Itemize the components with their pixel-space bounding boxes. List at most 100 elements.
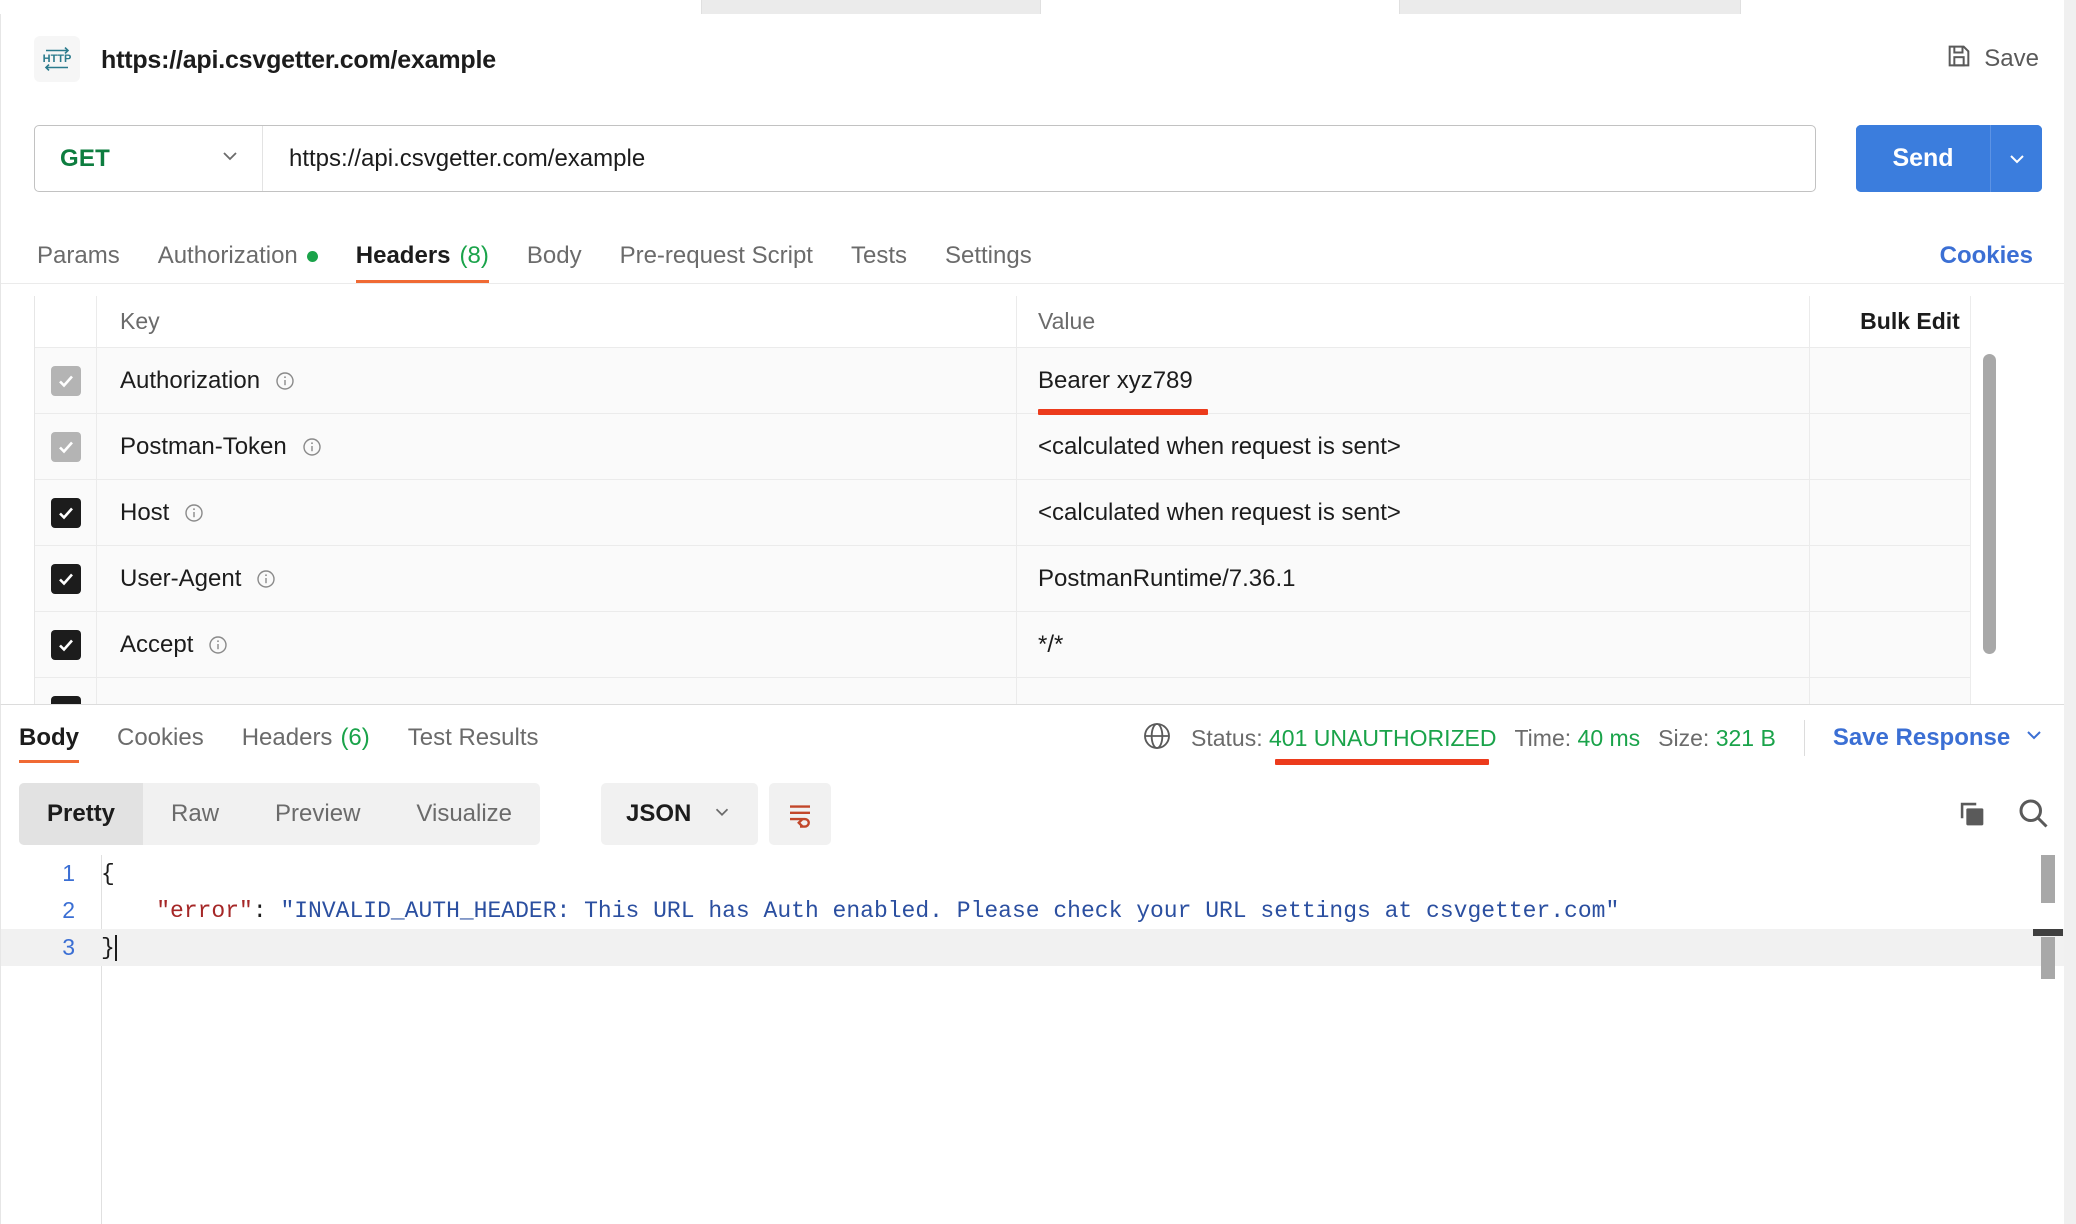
view-mode-raw[interactable]: Raw bbox=[143, 783, 247, 845]
tab-params-label: Params bbox=[37, 242, 120, 269]
response-tab-headers[interactable]: Headers (6) bbox=[242, 705, 370, 771]
wrap-lines-button[interactable] bbox=[769, 783, 831, 845]
row-value-cell[interactable] bbox=[1017, 678, 1810, 704]
header-value-text: PostmanRuntime/7.36.1 bbox=[1038, 564, 1296, 592]
response-format-select[interactable]: JSON bbox=[601, 783, 759, 845]
header-enabled-checkbox[interactable] bbox=[50, 431, 81, 462]
response-format-label: JSON bbox=[626, 800, 692, 827]
tab-body-label: Body bbox=[526, 242, 582, 269]
code-scrollbar-thumb-top[interactable] bbox=[2041, 855, 2055, 903]
authorization-status-dot bbox=[306, 250, 318, 262]
response-tab-body[interactable]: Body bbox=[19, 705, 79, 771]
column-header-value: Value bbox=[1038, 308, 1096, 334]
save-response-button[interactable]: Save Response bbox=[1833, 723, 2046, 754]
header-enabled-checkbox[interactable] bbox=[50, 497, 81, 528]
row-value-cell[interactable]: <calculated when request is sent> bbox=[1017, 414, 1810, 479]
column-header-key: Key bbox=[120, 308, 160, 334]
tab-settings[interactable]: Settings bbox=[945, 229, 1032, 283]
code-line-3[interactable]: 3 } bbox=[1, 929, 2076, 966]
headers-table: Key Value Bulk Edit Authorization Bearer… bbox=[34, 296, 2010, 704]
tab-tests-label: Tests bbox=[850, 242, 907, 269]
row-value-cell[interactable]: Bearer xyz789 bbox=[1017, 348, 1810, 415]
save-button-label: Save bbox=[1984, 44, 2039, 72]
info-icon[interactable] bbox=[301, 436, 323, 458]
info-icon[interactable] bbox=[207, 634, 229, 656]
header-enabled-checkbox[interactable] bbox=[50, 365, 81, 396]
info-icon[interactable] bbox=[255, 568, 277, 590]
save-button[interactable]: Save bbox=[1945, 42, 2039, 75]
row-key-cell[interactable] bbox=[97, 678, 1017, 704]
header-key-text: Accept bbox=[120, 630, 194, 658]
response-tab-test-results[interactable]: Test Results bbox=[408, 705, 539, 771]
row-checkbox-cell bbox=[35, 612, 97, 677]
row-value-cell[interactable]: PostmanRuntime/7.36.1 bbox=[1017, 546, 1810, 611]
header-enabled-checkbox[interactable] bbox=[50, 563, 81, 594]
tab-piece-middle[interactable] bbox=[1040, 0, 1400, 14]
code-line-1[interactable]: 1 { bbox=[1, 855, 2076, 892]
tab-body[interactable]: Body bbox=[527, 229, 582, 283]
cookies-link[interactable]: Cookies bbox=[1940, 229, 2033, 283]
row-value-cell[interactable]: */* bbox=[1017, 612, 1810, 677]
row-key-cell[interactable]: User-Agent bbox=[97, 546, 1017, 611]
send-button[interactable]: Send bbox=[1856, 125, 1990, 192]
send-button-group: Send bbox=[1856, 125, 2042, 192]
tab-authorization-label: Authorization bbox=[157, 242, 298, 269]
bulk-edit-label: Bulk Edit bbox=[1860, 308, 1960, 334]
row-checkbox-cell bbox=[35, 348, 97, 413]
table-row[interactable]: Postman-Token <calculated when request i… bbox=[35, 414, 2010, 480]
http-method-label: GET bbox=[60, 144, 110, 172]
http-method-select[interactable]: GET bbox=[35, 126, 263, 191]
tab-tests[interactable]: Tests bbox=[851, 229, 907, 283]
header-value-text: <calculated when request is sent> bbox=[1038, 498, 1401, 526]
url-input[interactable]: https://api.csvgetter.com/example bbox=[263, 126, 1815, 191]
line-number: 1 bbox=[62, 860, 75, 886]
status-label: Status: bbox=[1191, 724, 1263, 751]
line-number: 3 bbox=[62, 934, 75, 960]
code-scrollbar-thumb-bottom[interactable] bbox=[2041, 937, 2055, 979]
status-value: 401 UNAUTHORIZED bbox=[1269, 724, 1497, 751]
table-row-partial[interactable] bbox=[35, 678, 2010, 704]
code-scrollbar-track[interactable] bbox=[2041, 855, 2055, 1224]
view-mode-preview[interactable]: Preview bbox=[247, 783, 388, 845]
row-key-cell[interactable]: Host bbox=[97, 480, 1017, 545]
tab-params[interactable]: Params bbox=[37, 229, 120, 283]
response-body-toolbar: Pretty Raw Preview Visualize JSON bbox=[1, 773, 2076, 855]
tab-authorization[interactable]: Authorization bbox=[158, 229, 318, 283]
response-pane: Body Cookies Headers (6) Test Results St… bbox=[0, 704, 2076, 1224]
response-status-group: Status: 401 UNAUTHORIZED Time: 40 ms Siz… bbox=[1141, 705, 2046, 771]
table-row[interactable]: Host <calculated when request is sent> bbox=[35, 480, 2010, 546]
copy-icon[interactable] bbox=[1955, 797, 1989, 836]
headers-table-scrollbar[interactable] bbox=[1983, 354, 1996, 654]
request-title-row: HTTP https://api.csvgetter.com/example S… bbox=[1, 14, 2076, 92]
code-line-2[interactable]: 2 "error": "INVALID_AUTH_HEADER: This UR… bbox=[1, 892, 2076, 929]
json-key: "error" bbox=[156, 897, 253, 924]
table-row[interactable]: Authorization Bearer xyz789 bbox=[35, 348, 2010, 415]
row-key-cell[interactable]: Accept bbox=[97, 612, 1017, 677]
tab-piece-left[interactable] bbox=[0, 0, 702, 14]
tab-headers[interactable]: Headers (8) bbox=[355, 229, 489, 283]
view-mode-pretty[interactable]: Pretty bbox=[19, 783, 144, 845]
size-readout: Size: 321 B bbox=[1658, 725, 1776, 752]
response-tab-headers-count: (6) bbox=[340, 724, 370, 751]
row-value-cell[interactable]: <calculated when request is sent> bbox=[1017, 480, 1810, 545]
view-mode-visualize[interactable]: Visualize bbox=[388, 783, 540, 845]
search-icon[interactable] bbox=[2015, 795, 2051, 836]
text-cursor bbox=[114, 934, 117, 961]
info-icon[interactable] bbox=[183, 502, 205, 524]
tab-pre-request-script[interactable]: Pre-request Script bbox=[620, 229, 813, 283]
send-dropdown-button[interactable] bbox=[1990, 125, 2042, 192]
table-row[interactable]: Accept */* bbox=[35, 612, 2010, 678]
header-key-text: Postman-Token bbox=[120, 432, 287, 460]
url-bar: GET https://api.csvgetter.com/example bbox=[34, 125, 1816, 192]
header-enabled-checkbox[interactable] bbox=[50, 629, 81, 660]
info-icon[interactable] bbox=[274, 370, 296, 392]
response-body-code[interactable]: 1 { 2 "error": "INVALID_AUTH_HEADER: Thi… bbox=[1, 855, 2076, 1224]
header-enabled-checkbox[interactable] bbox=[50, 695, 81, 704]
status-readout: Status: 401 UNAUTHORIZED bbox=[1191, 724, 1497, 765]
json-colon: : bbox=[252, 897, 281, 924]
row-key-cell[interactable]: Authorization bbox=[97, 348, 1017, 413]
table-row[interactable]: User-Agent PostmanRuntime/7.36.1 bbox=[35, 546, 2010, 612]
tab-piece-right[interactable] bbox=[1740, 0, 2076, 14]
row-key-cell[interactable]: Postman-Token bbox=[97, 414, 1017, 479]
response-tab-cookies[interactable]: Cookies bbox=[117, 705, 204, 771]
